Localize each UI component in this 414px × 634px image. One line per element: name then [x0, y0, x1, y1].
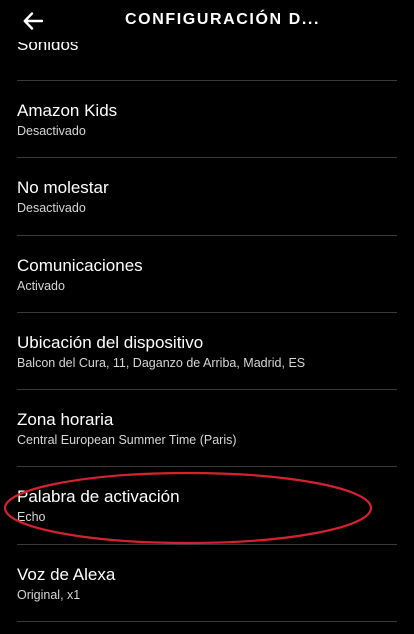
setting-row-palabra-activacion[interactable]: Palabra de activación Echo: [0, 467, 414, 544]
setting-title: Comunicaciones: [17, 256, 143, 275]
setting-status: Desactivado: [17, 124, 86, 138]
setting-row-ubicacion[interactable]: Ubicación del dispositivo Balcon del Cur…: [0, 313, 414, 389]
back-button[interactable]: [18, 7, 48, 35]
divider: [17, 621, 397, 622]
setting-status: Activado: [17, 279, 65, 293]
setting-row-voz-alexa[interactable]: Voz de Alexa Original, x1: [0, 545, 414, 621]
setting-status: Desactivado: [17, 201, 86, 215]
app-header: CONFIGURACIÓN D...: [0, 0, 414, 42]
setting-title: Palabra de activación: [17, 487, 180, 506]
page-title: CONFIGURACIÓN D...: [125, 11, 321, 28]
setting-row-zona-horaria[interactable]: Zona horaria Central European Summer Tim…: [0, 390, 414, 466]
setting-title: Ubicación del dispositivo: [17, 333, 204, 352]
setting-title: Zona horaria: [17, 410, 114, 429]
setting-status: Original, x1: [17, 588, 81, 602]
setting-status: Central European Summer Time (Paris): [17, 433, 237, 447]
setting-row-amazon-kids[interactable]: Amazon Kids Desactivado: [0, 81, 414, 157]
setting-title: No molestar: [17, 178, 109, 197]
setting-status: Echo: [17, 510, 46, 524]
arrow-left-icon: [23, 12, 43, 30]
setting-status: Balcon del Cura, 11, Daganzo de Arriba, …: [17, 356, 306, 370]
setting-row-comunicaciones[interactable]: Comunicaciones Activado: [0, 236, 414, 312]
setting-row-no-molestar[interactable]: No molestar Desactivado: [0, 158, 414, 235]
setting-title: Voz de Alexa: [17, 565, 116, 584]
setting-title: Amazon Kids: [17, 101, 118, 120]
